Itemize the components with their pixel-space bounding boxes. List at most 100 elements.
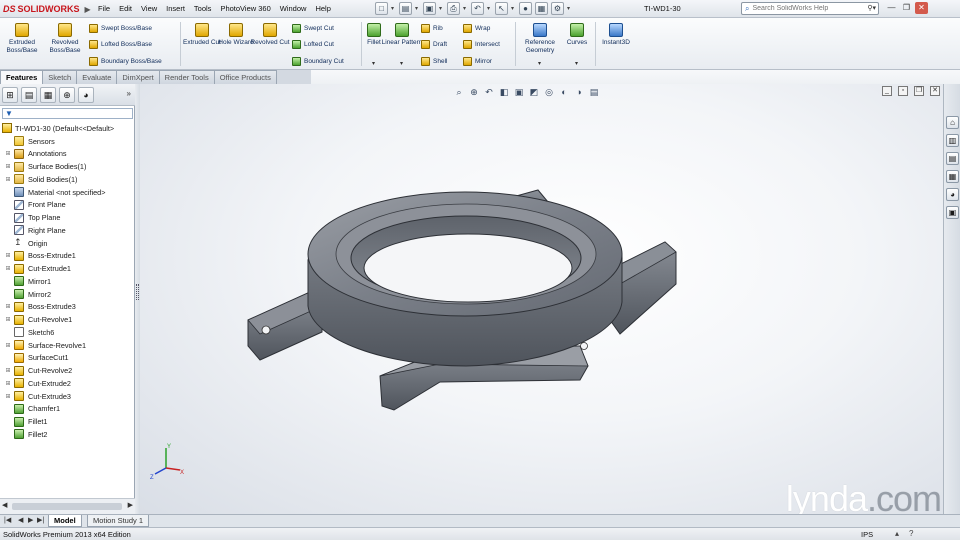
boundary-boss-button[interactable]: Boundary Boss/Base xyxy=(89,55,162,67)
previous-view-icon[interactable]: ↶ xyxy=(483,87,495,99)
scroll-right-icon[interactable]: ▶ xyxy=(128,501,133,509)
tree-item[interactable]: ⊞ Cut-Extrude1 xyxy=(0,262,135,275)
rib-button[interactable]: Rib xyxy=(421,22,443,34)
tab-render-tools[interactable]: Render Tools xyxy=(158,70,215,84)
zoom-to-fit-icon[interactable]: ⌕ xyxy=(453,87,465,99)
tree-item[interactable]: ↥ Origin xyxy=(0,237,135,250)
lofted-boss-button[interactable]: Lofted Boss/Base xyxy=(89,38,152,50)
tree-item[interactable]: ⊞ Cut-Revolve1 xyxy=(0,313,135,326)
unit-system[interactable]: IPS xyxy=(861,530,873,539)
viewport-tile-icon[interactable]: ▫ xyxy=(898,86,908,96)
minimize-icon[interactable]: — xyxy=(885,2,898,14)
design-library-icon[interactable]: ▥ xyxy=(946,134,959,147)
tree-item[interactable]: Chamfer1 xyxy=(0,402,135,415)
chevron-down-icon[interactable]: ▾ xyxy=(372,60,375,67)
apply-scene-icon[interactable]: ◑ xyxy=(573,87,585,99)
menu-view[interactable]: View xyxy=(141,4,157,13)
linear-pattern-button[interactable]: Linear Pattern xyxy=(380,23,424,47)
wrap-button[interactable]: Wrap xyxy=(463,22,490,34)
configuration-manager-icon[interactable]: ▦ xyxy=(40,86,56,103)
chevron-down-icon[interactable]: ▾ xyxy=(567,5,572,12)
custom-properties-icon[interactable]: ▣ xyxy=(946,206,959,219)
tree-item[interactable]: ⊞ Annotations xyxy=(0,147,135,160)
tree-item[interactable]: Material <not specified> xyxy=(0,186,135,199)
tree-item[interactable]: Right Plane xyxy=(0,224,135,237)
expand-plus-icon[interactable]: ⊞ xyxy=(4,163,12,170)
view-palette-icon[interactable]: ▦ xyxy=(946,170,959,183)
dimxpert-manager-icon[interactable]: ⊕ xyxy=(59,86,75,103)
draft-button[interactable]: Draft xyxy=(421,38,447,50)
chevron-down-icon[interactable]: ▾ xyxy=(538,60,541,67)
menu-edit[interactable]: Edit xyxy=(119,4,132,13)
tree-item[interactable]: ⊞ Boss-Extrude3 xyxy=(0,300,135,313)
solidworks-logo[interactable]: DS SOLIDWORKS ▶ xyxy=(3,2,91,16)
tree-item[interactable]: Sketch6 xyxy=(0,326,135,339)
view-settings-icon[interactable]: ▤ xyxy=(588,87,600,99)
tab-features[interactable]: Features xyxy=(0,70,44,84)
graphics-area[interactable]: ⌕ ⊕ ↶ ◧ ▣ ◩ ◎ ◐ ◑ ▤ _ ▫ ❐ ✕ Y X Z lynda.… xyxy=(140,84,943,514)
expand-plus-icon[interactable]: ⊞ xyxy=(4,265,12,272)
viewport-minimize-icon[interactable]: _ xyxy=(882,86,892,96)
revolved-boss-button[interactable]: Revolved Boss/Base xyxy=(43,23,87,55)
tree-item[interactable]: ⊞ Cut-Revolve2 xyxy=(0,364,135,377)
tree-item[interactable]: ⊞ Cut-Extrude2 xyxy=(0,377,135,390)
menu-file[interactable]: File xyxy=(98,4,110,13)
expand-plus-icon[interactable]: ⊞ xyxy=(4,176,12,183)
solidworks-resources-icon[interactable]: ⌂ xyxy=(946,116,959,129)
tree-item[interactable]: Front Plane xyxy=(0,198,135,211)
extruded-boss-button[interactable]: Extruded Boss/Base xyxy=(0,23,44,55)
tab-office-products[interactable]: Office Products xyxy=(213,70,277,84)
display-manager-icon[interactable]: ◕ xyxy=(78,86,94,103)
tree-item[interactable]: SurfaceCut1 xyxy=(0,351,135,364)
intersect-button[interactable]: Intersect xyxy=(463,38,500,50)
menu-help[interactable]: Help xyxy=(315,4,330,13)
tree-item[interactable]: ⊞ Boss-Extrude1 xyxy=(0,249,135,262)
curves-button[interactable]: Curves xyxy=(555,23,599,47)
tab-last-icon[interactable]: ▶| xyxy=(37,516,44,524)
feature-manager-scrollbar[interactable]: ◀ ▶ xyxy=(0,498,135,514)
viewport-restore-icon[interactable]: ❐ xyxy=(914,86,924,96)
close-icon[interactable]: ✕ xyxy=(915,2,928,14)
tree-item[interactable]: Sensors xyxy=(0,135,135,148)
chevron-down-icon[interactable]: ▾ xyxy=(463,5,468,12)
tab-next-icon[interactable]: ▶ xyxy=(28,516,33,524)
menu-window[interactable]: Window xyxy=(280,4,307,13)
tree-item[interactable]: Top Plane xyxy=(0,211,135,224)
rebuild-status-icon[interactable]: ▴ xyxy=(895,529,899,538)
options-gear-icon[interactable]: ⚙ xyxy=(551,2,564,15)
tab-motion-study-1[interactable]: Motion Study 1 xyxy=(87,515,150,527)
tree-item[interactable]: ⊞ Cut-Extrude3 xyxy=(0,390,135,403)
view-orientation-icon[interactable]: ▣ xyxy=(513,87,525,99)
new-document-icon[interactable]: □ xyxy=(375,2,388,15)
tree-item[interactable]: Fillet1 xyxy=(0,415,135,428)
tree-item[interactable]: ⊞ Surface Bodies(1) xyxy=(0,160,135,173)
feature-filter-field[interactable]: ▼ xyxy=(2,108,133,119)
section-view-icon[interactable]: ◧ xyxy=(498,87,510,99)
tab-sketch[interactable]: Sketch xyxy=(42,70,78,84)
chevron-down-icon[interactable]: ▾ xyxy=(439,5,444,12)
zoom-to-area-icon[interactable]: ⊕ xyxy=(468,87,480,99)
viewport-close-icon[interactable]: ✕ xyxy=(930,86,940,96)
undo-icon[interactable]: ↶ xyxy=(471,2,484,15)
help-search-box[interactable]: ⌕ ⚲▾ xyxy=(741,2,879,15)
chevron-right-icon[interactable]: » xyxy=(127,89,131,98)
file-explorer-icon[interactable]: ▤ xyxy=(946,152,959,165)
expand-plus-icon[interactable]: ⊞ xyxy=(4,303,12,310)
chevron-down-icon[interactable]: ▾ xyxy=(575,60,578,67)
mirror-button[interactable]: Mirror xyxy=(463,55,492,67)
help-status-icon[interactable]: ? xyxy=(909,529,913,538)
tab-prev-icon[interactable]: ◀ xyxy=(18,516,23,524)
tree-item[interactable]: Mirror2 xyxy=(0,288,135,301)
tree-root-part[interactable]: TI-WD1-30 (Default<<Default> xyxy=(0,122,135,135)
help-search-input[interactable] xyxy=(752,5,858,12)
tree-item[interactable]: ⊞ Solid Bodies(1) xyxy=(0,173,135,186)
scroll-left-icon[interactable]: ◀ xyxy=(2,501,7,509)
expand-plus-icon[interactable]: ⊞ xyxy=(4,342,12,349)
tree-item[interactable]: Mirror1 xyxy=(0,275,135,288)
feature-manager-tree-icon[interactable]: ⊞ xyxy=(2,86,18,103)
tab-evaluate[interactable]: Evaluate xyxy=(76,70,118,84)
select-cursor-icon[interactable]: ↖ xyxy=(495,2,508,15)
property-manager-icon[interactable]: ▤ xyxy=(21,86,37,103)
instant3d-button[interactable]: Instant3D xyxy=(594,23,638,47)
scroll-thumb[interactable] xyxy=(12,503,122,510)
